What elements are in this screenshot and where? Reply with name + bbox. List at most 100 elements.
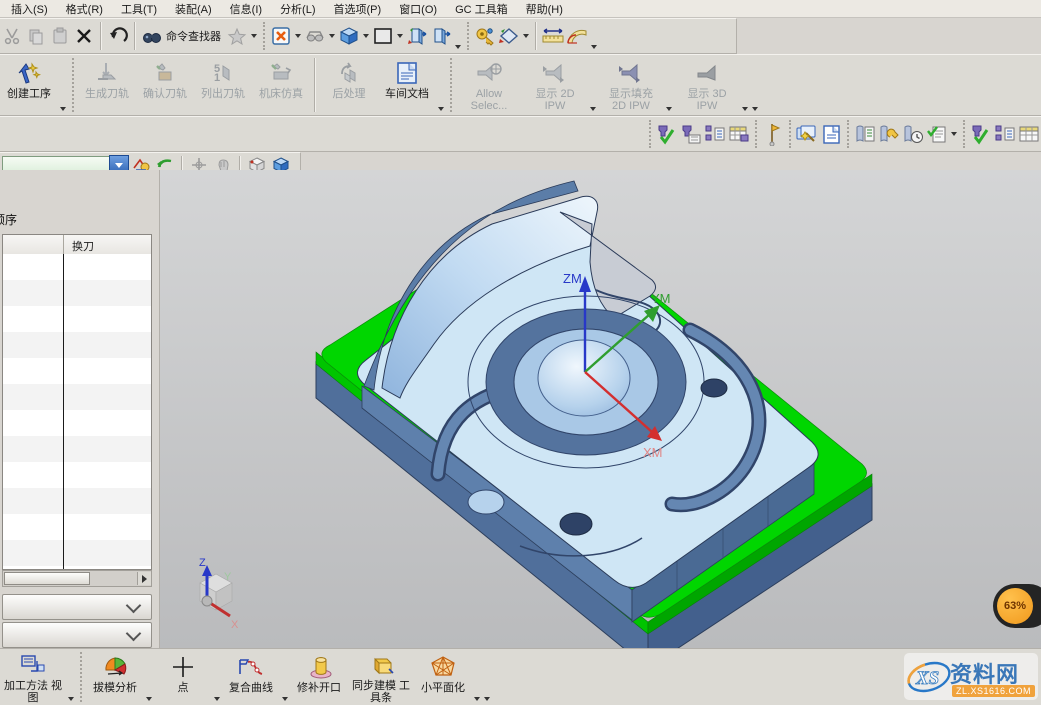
- machining-method-view-button[interactable]: 加工方法 视图: [0, 649, 66, 705]
- menu-preferences[interactable]: 首选项(P): [325, 0, 391, 18]
- favorites-button[interactable]: [225, 24, 249, 48]
- shaded-view-button[interactable]: [337, 24, 361, 48]
- machine-simulation-button[interactable]: 机床仿真: [252, 55, 310, 115]
- tool-table-button[interactable]: [727, 122, 751, 146]
- history-button[interactable]: [901, 122, 925, 146]
- composite-curve-button[interactable]: 复合曲线: [222, 649, 280, 705]
- command-finder-label[interactable]: 命令查找器: [166, 28, 221, 44]
- cut-button[interactable]: [0, 24, 24, 48]
- render-style-dropdown[interactable]: [329, 34, 335, 38]
- menu-window[interactable]: 窗口(O): [390, 0, 446, 18]
- undo-button[interactable]: [106, 24, 130, 48]
- wizard-button[interactable]: [795, 122, 819, 146]
- menu-insert[interactable]: 插入(S): [2, 0, 57, 18]
- verify-toolpath-button[interactable]: 确认刀轨: [136, 55, 194, 115]
- navigator-hscrollbar[interactable]: [2, 570, 152, 587]
- watermark-logo-text: XS: [915, 668, 939, 689]
- composite-curve-dropdown[interactable]: [282, 697, 288, 701]
- favorites-dropdown[interactable]: [251, 34, 257, 38]
- verify-program-button[interactable]: [969, 122, 993, 146]
- menu-format[interactable]: 格式(R): [57, 0, 112, 18]
- show-hide-dropdown[interactable]: [295, 34, 301, 38]
- allow-selection-button[interactable]: Allow Selec...: [456, 55, 522, 115]
- post-group-overflow[interactable]: [438, 107, 444, 111]
- operations-toolbar-overflow[interactable]: [752, 107, 758, 111]
- generate-toolpath-button[interactable]: 生成刀轨: [78, 55, 136, 115]
- draft-analysis-button[interactable]: 拔模分析: [86, 649, 144, 705]
- point-dropdown[interactable]: [214, 697, 220, 701]
- edit-tool-button[interactable]: [679, 122, 703, 146]
- facet-body-button[interactable]: 小平面化: [414, 649, 472, 705]
- list-clock-icon: [901, 123, 925, 145]
- menu-information[interactable]: 信息(I): [221, 0, 271, 18]
- create-operation-button[interactable]: 创建工序: [0, 55, 58, 115]
- navigator-collapsed-pane-1[interactable]: [2, 594, 152, 620]
- copy-button[interactable]: [24, 24, 48, 48]
- facet-dropdown[interactable]: [474, 697, 480, 701]
- information-window-button[interactable]: [819, 122, 843, 146]
- edit-object-button[interactable]: [877, 122, 901, 146]
- menu-assemblies[interactable]: 装配(A): [166, 0, 221, 18]
- navigator-table[interactable]: 换刀: [2, 234, 152, 570]
- method-view-icon: [19, 652, 47, 680]
- snap-view-dropdown[interactable]: [523, 34, 529, 38]
- navigator-collapsed-pane-2[interactable]: [2, 622, 152, 648]
- menu-help[interactable]: 帮助(H): [517, 0, 572, 18]
- show-3d-ipw-dropdown[interactable]: [742, 107, 748, 111]
- progress-circle: 63%: [997, 588, 1033, 624]
- flag-button[interactable]: [761, 122, 785, 146]
- measure-angle-button[interactable]: [565, 24, 589, 48]
- draft-analysis-dropdown[interactable]: [146, 697, 152, 701]
- postprocess-button[interactable]: 后处理: [320, 55, 378, 115]
- hscroll-thumb[interactable]: [4, 572, 90, 585]
- 3d-canvas[interactable]: ZM YM XM Z Y X: [160, 170, 1041, 648]
- paste-button[interactable]: [48, 24, 72, 48]
- orient-view-dropdown[interactable]: [455, 45, 461, 49]
- program-tree-button[interactable]: [993, 122, 1017, 146]
- verify-tool-check-button[interactable]: [655, 122, 679, 146]
- navigator-col-name[interactable]: [3, 235, 64, 254]
- tool-tree-button[interactable]: [703, 122, 727, 146]
- hscroll-right-arrow[interactable]: [137, 572, 151, 585]
- shaded-view-dropdown[interactable]: [363, 34, 369, 38]
- background-dropdown[interactable]: [397, 34, 403, 38]
- navigator-header-row: 换刀: [3, 235, 151, 255]
- menu-analysis[interactable]: 分析(L): [271, 0, 324, 18]
- point-cross-icon: [170, 652, 196, 682]
- command-finder-button[interactable]: [140, 24, 164, 48]
- delete-button[interactable]: [72, 24, 96, 48]
- recorder-overlay[interactable]: 63%: [993, 584, 1041, 628]
- point-button[interactable]: 点: [154, 649, 212, 705]
- note-dropdown[interactable]: [951, 132, 957, 136]
- navigator-col-toolchange[interactable]: 换刀: [64, 235, 151, 254]
- show-2d-ipw-button[interactable]: 显示 2D IPW: [522, 55, 588, 115]
- orient-view-button[interactable]: [405, 24, 429, 48]
- navigator-list[interactable]: [3, 254, 151, 569]
- snap-view-button[interactable]: [497, 24, 521, 48]
- role-palette-button[interactable]: [473, 24, 497, 48]
- show-2d-ipw-dropdown[interactable]: [590, 107, 596, 111]
- show-fill-2d-ipw-dropdown[interactable]: [666, 107, 672, 111]
- background-button[interactable]: [371, 24, 395, 48]
- show-hide-button[interactable]: [269, 24, 293, 48]
- list-properties-button[interactable]: [853, 122, 877, 146]
- sync-modeling-toolbar-button[interactable]: 同步建模 工具条: [348, 649, 414, 705]
- menu-gc-toolbox[interactable]: GC 工具箱: [446, 0, 517, 18]
- show-fill-2d-ipw-button[interactable]: 显示填充 2D IPW: [598, 55, 664, 115]
- approve-note-button[interactable]: [925, 122, 949, 146]
- show-3d-ipw-button[interactable]: 显示 3D IPW: [674, 55, 740, 115]
- bottom-toolbar-overflow[interactable]: [484, 697, 490, 701]
- measure-distance-button[interactable]: [541, 24, 565, 48]
- tool-table-icon: [727, 123, 751, 145]
- standard-toolbar-overflow[interactable]: [591, 45, 597, 49]
- method-view-dropdown[interactable]: [68, 697, 74, 701]
- shop-documentation-button[interactable]: 车间文档: [378, 55, 436, 115]
- menu-tools[interactable]: 工具(T): [112, 0, 166, 18]
- program-table-button[interactable]: [1017, 122, 1041, 146]
- list-toolpath-button[interactable]: 51 列出刀轨: [194, 55, 252, 115]
- orient-view-button-2[interactable]: [429, 24, 453, 48]
- patch-opening-button[interactable]: 修补开口: [290, 649, 348, 705]
- composite-curve-label: 复合曲线: [229, 682, 273, 694]
- create-operation-dropdown[interactable]: [60, 107, 66, 111]
- render-style-button[interactable]: [303, 24, 327, 48]
